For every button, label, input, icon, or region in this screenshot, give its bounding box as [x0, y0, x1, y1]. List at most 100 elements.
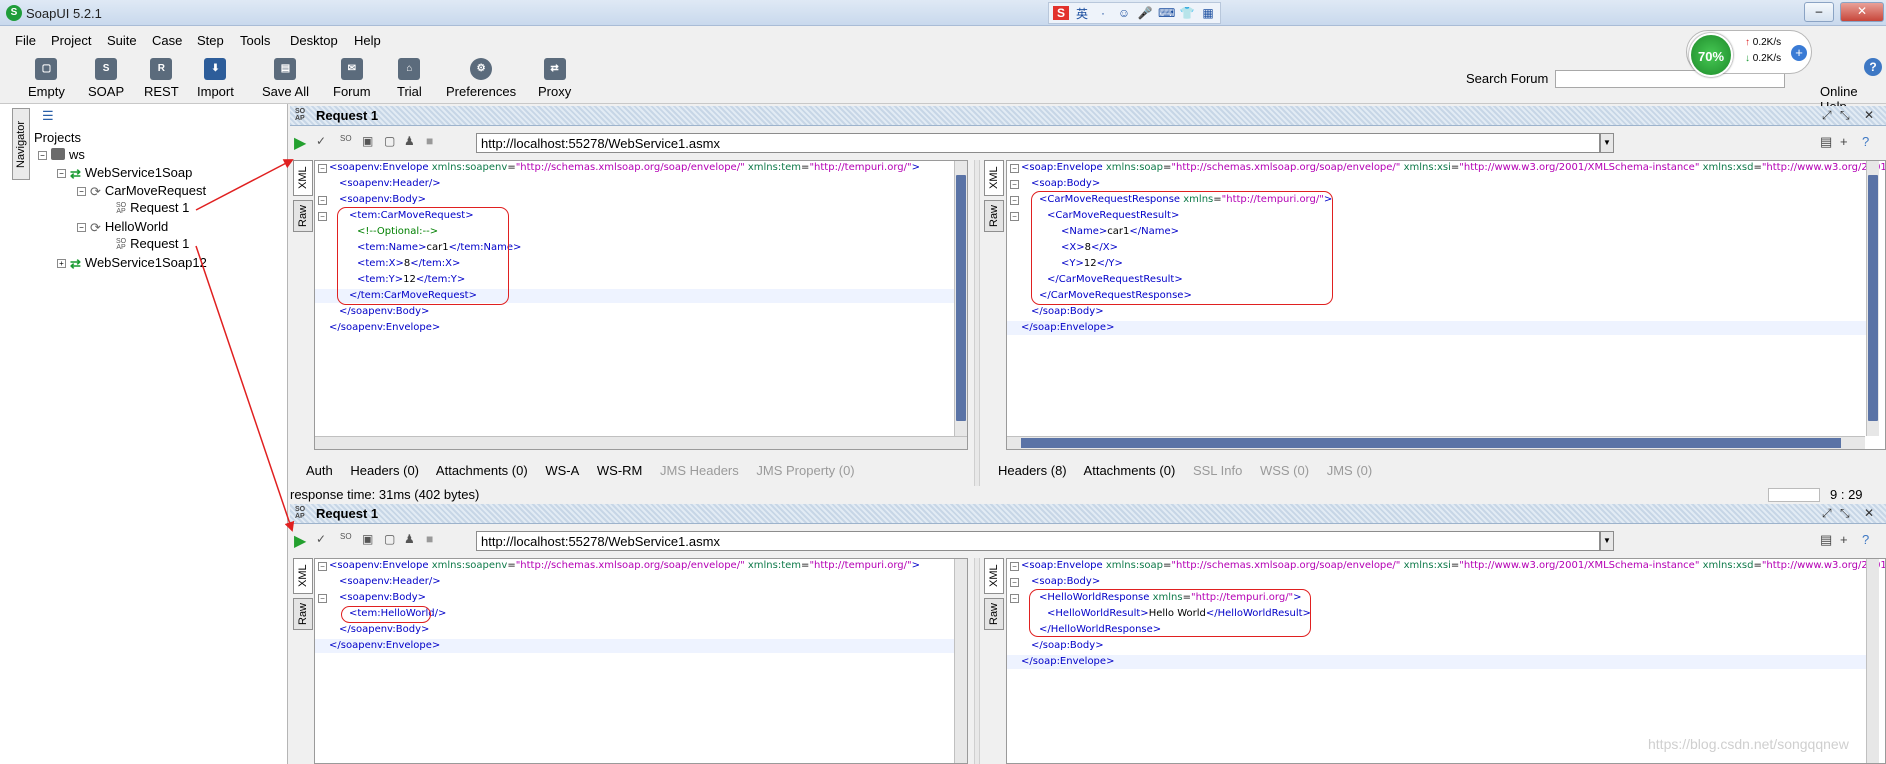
skin-icon[interactable]: 👕 — [1179, 6, 1195, 20]
menu-case[interactable]: Case — [152, 33, 182, 48]
stop-icon[interactable]: ▢ — [384, 134, 395, 148]
plus-icon[interactable]: + — [1791, 45, 1807, 61]
microphone-icon[interactable]: 🎤 — [1137, 6, 1153, 20]
fold-icon[interactable]: − — [1010, 164, 1019, 173]
punctuation-icon[interactable]: · — [1095, 6, 1111, 20]
detach-icon[interactable]: ⤢ — [1822, 108, 1832, 123]
menu-step[interactable]: Step — [197, 33, 224, 48]
tree-request-car[interactable]: SO AP Request 1 — [116, 200, 189, 215]
ws-rm-tab[interactable]: WS-RM — [597, 463, 643, 478]
endpoint-url-input[interactable]: http://localhost:55278/WebService1.asmx — [476, 531, 1600, 551]
jms-property-tab[interactable]: JMS Property (0) — [756, 463, 854, 478]
keyboard-icon[interactable]: ⌨ — [1158, 6, 1175, 20]
fold-icon[interactable]: − — [318, 196, 327, 205]
vertical-scrollbar[interactable] — [1866, 559, 1879, 763]
tree-operation-carmoverequest[interactable]: − ⟳ CarMoveRequest — [77, 183, 206, 199]
endpoint-url-input[interactable]: http://localhost:55278/WebService1.asmx — [476, 133, 1600, 153]
vertical-scrollbar[interactable] — [954, 559, 967, 763]
fold-icon[interactable]: − — [318, 164, 327, 173]
raw-tab[interactable]: Raw — [984, 200, 1004, 232]
horizontal-scrollbar[interactable] — [1007, 436, 1865, 449]
help-icon[interactable]: ? — [1862, 532, 1869, 547]
forum-button[interactable]: ✉ Forum — [333, 58, 371, 99]
tree-project-ws[interactable]: − ws — [38, 147, 85, 162]
wsdl-icon[interactable]: SO — [340, 134, 352, 143]
close-icon[interactable]: ✕ — [1864, 506, 1874, 520]
auth-tab[interactable]: Auth — [306, 463, 333, 478]
menu-help[interactable]: Help — [354, 33, 381, 48]
endpoint-dropdown-icon[interactable]: ▼ — [1600, 133, 1614, 153]
fold-icon[interactable]: − — [318, 212, 327, 221]
menu-project[interactable]: Project — [51, 33, 91, 48]
wsdl-icon[interactable]: SO — [340, 532, 352, 541]
attachments-tab[interactable]: Attachments (0) — [436, 463, 528, 478]
run-icon[interactable]: ▶ — [294, 531, 306, 551]
add-assertion-icon[interactable]: ✓ — [316, 532, 326, 546]
wss-tab[interactable]: WSS (0) — [1260, 463, 1309, 478]
format-icon[interactable]: ▣ — [362, 134, 373, 148]
response-xml-editor-2[interactable]: − <soap:Envelope xmlns:soap="http://sche… — [1006, 558, 1886, 764]
menu-suite[interactable]: Suite — [107, 33, 137, 48]
xml-tab[interactable]: XML — [984, 160, 1004, 196]
language-icon[interactable]: 英 — [1074, 5, 1090, 22]
tree-operation-helloworld[interactable]: − ⟳ HelloWorld — [77, 219, 168, 235]
add-icon[interactable]: + — [1840, 532, 1848, 547]
close-icon[interactable]: ✕ — [1864, 108, 1874, 122]
add-assertion-icon[interactable]: ✓ — [316, 134, 326, 148]
jms-tab[interactable]: JMS (0) — [1327, 463, 1373, 478]
sogou-icon[interactable]: S — [1053, 6, 1069, 20]
trial-button[interactable]: ⌂ Trial — [397, 58, 422, 99]
fold-icon[interactable]: − — [1010, 562, 1019, 571]
fold-icon[interactable]: − — [318, 594, 327, 603]
vertical-scrollbar[interactable] — [1866, 161, 1879, 436]
expand-icon[interactable]: + — [57, 259, 66, 268]
minimize-button[interactable]: – — [1804, 2, 1834, 22]
collapse-icon[interactable]: − — [77, 187, 86, 196]
jms-headers-tab[interactable]: JMS Headers — [660, 463, 739, 478]
scroll-thumb[interactable] — [956, 175, 966, 421]
collapse-icon[interactable]: − — [38, 151, 47, 160]
user-icon[interactable]: ♟ — [404, 134, 415, 148]
run-icon[interactable]: ▶ — [294, 133, 306, 153]
settings-icon[interactable]: ▤ — [1820, 134, 1832, 150]
response-headers-tab[interactable]: Headers (8) — [998, 463, 1067, 478]
xml-tab[interactable]: XML — [293, 558, 313, 594]
fold-icon[interactable]: − — [1010, 196, 1019, 205]
scroll-thumb[interactable] — [1868, 175, 1878, 421]
response-attachments-tab[interactable]: Attachments (0) — [1084, 463, 1176, 478]
fold-icon[interactable]: − — [1010, 212, 1019, 221]
import-button[interactable]: ⬇ Import — [197, 58, 234, 99]
detach-icon[interactable]: ⤢ — [1822, 506, 1832, 521]
tree-request-hello[interactable]: SO AP Request 1 — [116, 236, 189, 251]
tree-interface-webservice1soap12[interactable]: + ⇄ WebService1Soap12 — [57, 255, 207, 271]
format-icon[interactable]: ▣ — [362, 532, 373, 546]
soap-project-button[interactable]: S SOAP — [88, 58, 124, 99]
close-window-button[interactable]: ✕ — [1840, 2, 1884, 22]
fold-icon[interactable]: − — [318, 562, 327, 571]
ssl-info-tab[interactable]: SSL Info — [1193, 463, 1242, 478]
ime-toolbar[interactable]: S 英 · ☺ 🎤 ⌨ 👕 ▦ — [1048, 2, 1221, 24]
stop-icon[interactable]: ▢ — [384, 532, 395, 546]
split-divider[interactable] — [974, 558, 980, 764]
xml-tab[interactable]: XML — [293, 160, 313, 196]
navigator-tab[interactable]: Navigator — [12, 108, 30, 180]
request-xml-editor-1[interactable]: − <soapenv:Envelope xmlns:soapenv="http:… — [314, 160, 968, 450]
list-icon[interactable]: ☰ — [42, 108, 54, 124]
user-icon[interactable]: ♟ — [404, 532, 415, 546]
help-icon[interactable]: ? — [1864, 58, 1882, 76]
add-icon[interactable]: + — [1840, 134, 1848, 149]
preferences-button[interactable]: ⚙ Preferences — [446, 58, 516, 99]
fold-icon[interactable]: − — [1010, 578, 1019, 587]
vertical-scrollbar[interactable] — [954, 161, 967, 436]
empty-project-button[interactable]: ▢ Empty — [28, 58, 65, 99]
request-xml-editor-2[interactable]: − <soapenv:Envelope xmlns:soapenv="http:… — [314, 558, 968, 764]
ws-a-tab[interactable]: WS-A — [545, 463, 579, 478]
scroll-thumb[interactable] — [1021, 438, 1841, 448]
fold-icon[interactable]: − — [1010, 594, 1019, 603]
raw-tab[interactable]: Raw — [984, 598, 1004, 630]
maximize-icon[interactable]: ⤡ — [1840, 108, 1850, 123]
menu-tools[interactable]: Tools — [240, 33, 270, 48]
grid-icon[interactable]: ▦ — [1200, 6, 1216, 20]
settings-icon[interactable]: ▤ — [1820, 532, 1832, 548]
rest-project-button[interactable]: R REST — [144, 58, 179, 99]
